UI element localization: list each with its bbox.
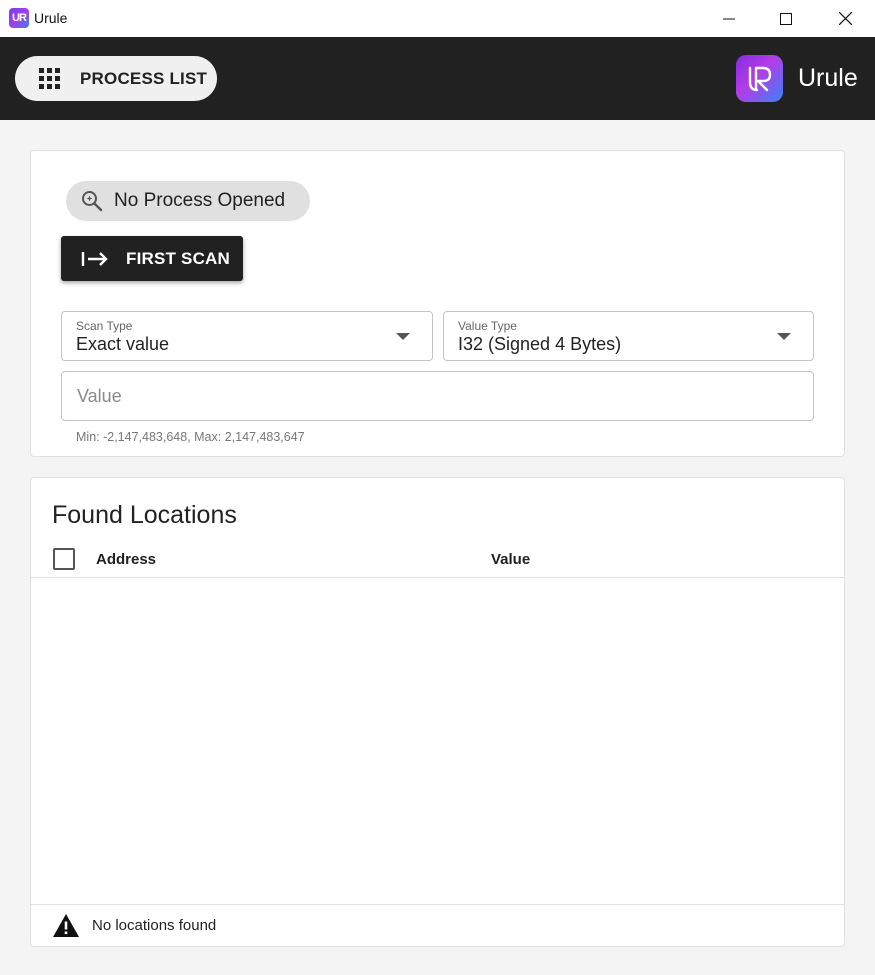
status-message: No locations found — [92, 917, 217, 934]
column-header-address[interactable]: Address — [96, 551, 156, 568]
first-scan-button[interactable]: FIRST SCAN — [61, 236, 243, 281]
scan-panel: No Process Opened FIRST SCAN Scan Type E… — [30, 150, 845, 457]
maximize-icon — [780, 12, 792, 25]
value-type-select[interactable]: Value Type I32 (Signed 4 Bytes) — [443, 311, 814, 361]
warning-icon — [53, 914, 79, 937]
minimize-button[interactable] — [700, 0, 758, 37]
process-status-label: No Process Opened — [114, 190, 286, 211]
scan-type-value: Exact value — [76, 334, 170, 354]
found-locations-panel: Found Locations Address Value No locatio… — [30, 477, 845, 947]
found-locations-title: Found Locations — [52, 501, 237, 529]
maximize-button[interactable] — [757, 0, 815, 37]
search-icon — [82, 191, 103, 212]
scan-type-select[interactable]: Scan Type Exact value — [61, 311, 433, 361]
apps-grid-icon — [39, 67, 61, 90]
brand-name: Urule — [798, 64, 858, 92]
value-input[interactable] — [61, 371, 814, 421]
table-footer: No locations found — [31, 904, 844, 946]
scan-type-label: Scan Type — [76, 319, 133, 333]
select-all-checkbox[interactable] — [53, 548, 75, 570]
minimize-icon — [723, 18, 735, 19]
process-list-button[interactable]: PROCESS LIST — [15, 56, 217, 101]
process-status-chip[interactable]: No Process Opened — [66, 181, 310, 221]
dropdown-caret-icon — [396, 333, 410, 340]
close-button[interactable] — [816, 0, 874, 37]
app-header: PROCESS LIST Urule — [0, 37, 875, 120]
value-range-helper: Min: -2,147,483,648, Max: 2,147,483,647 — [76, 430, 305, 444]
column-header-value[interactable]: Value — [491, 551, 530, 568]
table-header: Address Value — [31, 543, 844, 578]
value-type-value: I32 (Signed 4 Bytes) — [458, 334, 622, 354]
arrow-right-to-line-icon — [81, 251, 108, 266]
table-body — [31, 578, 844, 905]
close-icon — [838, 12, 852, 25]
dropdown-caret-icon — [777, 333, 791, 340]
process-list-label: PROCESS LIST — [80, 68, 208, 88]
window-titlebar: UR Urule — [0, 0, 875, 37]
urule-logo-icon — [736, 55, 783, 102]
window-title: Urule — [34, 10, 68, 26]
app-icon: UR — [9, 8, 29, 28]
value-type-label: Value Type — [458, 319, 517, 333]
first-scan-label: FIRST SCAN — [126, 248, 230, 268]
